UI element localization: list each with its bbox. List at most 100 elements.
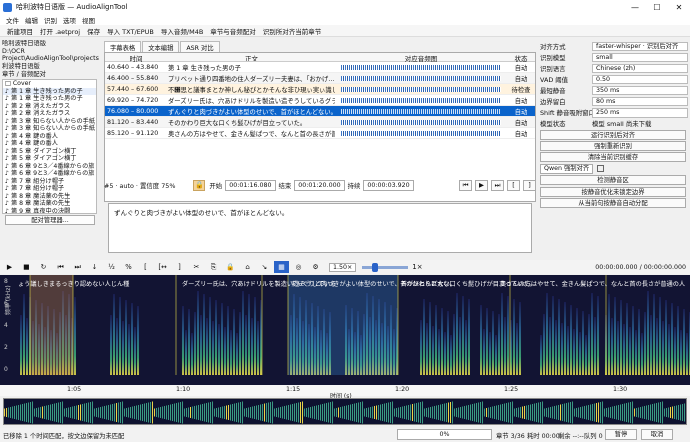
next-icon[interactable]: ⏭ [70,261,85,273]
chapter-item[interactable]: ♪ 第 1 章 生き残った男の子 [3,87,96,95]
set-end-button[interactable]: ] [523,179,536,191]
table-row[interactable]: 57.440 – 67.600 不぀思と議事まとか神しん秘ぴとかそんな非ひ現ぃ実ぃ… [105,84,535,95]
force-recognize-button[interactable]: 强制重新识别 [540,140,686,151]
menu-file[interactable]: 文件 [6,15,19,25]
loop-icon[interactable]: ↻ [36,261,51,273]
prev-icon[interactable]: ⏮ [53,261,68,273]
tab-subtitle-table[interactable]: 字幕表格 [104,41,142,52]
table-row[interactable]: 46.400 – 55.840 プリベット通り四番地の住人ダーズリー夫妻は、「おか… [105,73,535,84]
cut-icon[interactable]: ✂ [189,261,204,273]
speed-select[interactable]: 1.50× [329,262,357,272]
column-header-text[interactable]: 正文 [165,53,335,61]
bracket-left-icon[interactable]: [ [138,261,153,273]
optimize-boundaries-button[interactable]: 按静音优化未锁定边界 [540,186,686,197]
chapter-item[interactable]: □ Cover [3,80,96,88]
setting-field[interactable]: 250 ms [592,108,688,118]
chapter-item[interactable]: ♪ 第 7 章 組分け帽子 [3,185,96,193]
setting-field[interactable]: faster-whisper · 识别后对齐 [592,41,688,51]
grid-icon[interactable]: ▦ [274,261,289,273]
qwen-checkbox[interactable] [597,165,605,173]
setting-field[interactable]: small [592,52,688,63]
maximize-button[interactable]: ☐ [646,0,668,14]
speed-slider[interactable] [362,262,409,272]
run-align-button[interactable]: 运行识别后对齐 [540,129,686,140]
duration-input[interactable]: 00:00:03.920 [363,179,414,191]
chapter-item[interactable]: ♪ 第 5 章 ダイアゴン横丁 [3,148,96,156]
table-row[interactable]: 40.640 – 43.840 第 1 章 生き残った男の子 自动 [105,62,535,73]
clear-cache-button[interactable]: 清除当前识别缓存 [540,152,686,163]
bracket-right-icon[interactable]: ] [172,261,187,273]
play-icon[interactable]: ▶ [2,261,17,273]
next-segment-button[interactable]: ⏭ [491,179,504,191]
open-project-button[interactable]: 打开 .aetproj [40,26,80,36]
table-row[interactable]: 85.120 – 91.120 奥さんの方はやせて、金きん髪ぱつで、なんと首の長さ… [105,128,535,139]
chapter-item[interactable]: ♪ 第 6 章 9と3／4番線からの旅 [3,163,96,171]
arrow-icon[interactable]: ↘ [257,261,272,273]
detect-silence-button[interactable]: 检测静音区 [540,175,686,186]
menu-recognize[interactable]: 识别 [44,15,57,25]
import-audio-button[interactable]: 导入音频/M4B [161,26,203,36]
close-button[interactable]: ✕ [668,0,690,14]
spectrogram[interactable]: 8 6 4 2 0 频率 (kHz) ょう議しきまるっきり認めない人じん種 ダー… [0,275,690,385]
chapter-item[interactable]: ♪ 第 9 章 真夜中の決闘 [3,208,96,214]
chapter-item[interactable]: ♪ 第 7 章 組分け帽子 [3,178,96,186]
chapter-item[interactable]: ♪ 第 3 章 知らない人からの手紙 [3,118,96,126]
table-row[interactable]: 81.120 – 83.440 そのかわり巨大な口くち髭ひげが目立っていた。 自动 [105,117,535,128]
play-segment-button[interactable]: ▶ [475,179,488,191]
cancel-button[interactable]: 取消 [641,429,673,440]
start-time-input[interactable]: 00:01:16.080 [225,179,276,191]
chapter-item[interactable]: ♪ 第 5 章 ダイアゴン横丁 [3,155,96,163]
chapter-list[interactable]: □ Cover ♪ 第 1 章 生き残った男の子 ♪ 第 1 章 生き残った男の子 ♪ 第 2… [2,79,97,214]
setting-field[interactable]: 0.50 [592,74,688,85]
pairing-manager-button[interactable]: 配对管理器... [5,215,95,225]
target-icon[interactable]: ◎ [291,261,306,273]
segment-text-editor[interactable]: ずんぐりと肉づきがよい体型のせいで、首がほとんどない。 [108,203,532,253]
chapter-item[interactable]: ♪ 第 3 章 知らない人からの手紙 [3,125,96,133]
tab-asr-compare[interactable]: ASR 对比 [180,41,220,52]
column-header-status[interactable]: 状态 [507,53,535,63]
chapter-item[interactable]: ♪ 第 4 章 鍵の番人 [3,133,96,141]
chapter-item[interactable]: ♪ 第 4 章 鍵の番人 [3,140,96,148]
pause-button[interactable]: 暂停 [605,429,637,440]
prev-segment-button[interactable]: ⏮ [459,179,472,191]
minimize-button[interactable]: — [624,0,646,14]
qwen-align-select[interactable]: Qwen 强制对齐 [540,164,594,174]
download-icon[interactable]: ↓ [87,261,102,273]
expand-icon[interactable]: [↔ [155,261,170,273]
end-time-input[interactable]: 00:01:20.000 [294,179,345,191]
chapter-item[interactable]: ♪ 第 1 章 生き残った男の子 [3,95,96,103]
chapter-item[interactable]: ♪ 第 8 章 魔法薬の先生 [3,193,96,201]
percent-icon[interactable]: % [121,261,136,273]
align-current-chapter-button[interactable]: 识别所对齐当前章节 [263,26,322,36]
copy-icon[interactable]: ⎘ [206,261,221,273]
settings-icon[interactable]: ⚙ [308,261,323,273]
auto-distribute-button[interactable]: 从当前句按静音自动分配 [540,197,686,208]
tab-text-edit[interactable]: 文本编辑 [142,41,180,52]
chapter-item[interactable]: ♪ 第 2 章 消えたガラス [3,103,96,111]
column-header-waveform[interactable]: 对应音频图 [335,53,507,63]
chapter-audio-pairing-button[interactable]: 章节与音频配对 [210,26,256,36]
table-row[interactable]: 76.080 – 80.000 ずんぐりと肉づきがよい体型のせいで、首がほとんどな… [105,106,535,117]
table-row[interactable]: 69.920 – 74.720 ダーズリー氏は、穴あけドリルを製造い造ぞうしている… [105,95,535,106]
chapter-item[interactable]: ♪ 第 2 章 消えたガラス [3,110,96,118]
lock-icon[interactable]: 🔒 [223,261,238,273]
stop-icon[interactable]: ■ [19,261,34,273]
setting-field[interactable]: 350 ms [592,85,688,96]
save-button[interactable]: 保存 [87,26,100,36]
setting-field[interactable]: Chinese (zh) [592,63,688,74]
menu-options[interactable]: 选项 [63,15,76,25]
menu-view[interactable]: 视图 [82,15,95,25]
overview-waveform[interactable] [3,398,687,425]
chapter-item[interactable]: ♪ 第 8 章 魔法薬の先生 [3,200,96,208]
menu-edit[interactable]: 编辑 [25,15,38,25]
new-project-button[interactable]: 新建项目 [7,26,33,36]
half-icon[interactable]: ½ [104,261,119,273]
setting-field[interactable]: 80 ms [592,96,688,107]
speed-slider-handle[interactable] [372,262,379,272]
home-icon[interactable]: ⌂ [240,261,255,273]
chapter-item[interactable]: ♪ 第 6 章 9と3／4番線からの旅 [3,170,96,178]
import-text-button[interactable]: 导入 TXT/EPUB [107,26,154,36]
set-start-button[interactable]: [ [507,179,520,191]
lock-icon[interactable]: 🔒 [193,179,206,191]
column-header-time[interactable]: 时间 [105,53,165,63]
